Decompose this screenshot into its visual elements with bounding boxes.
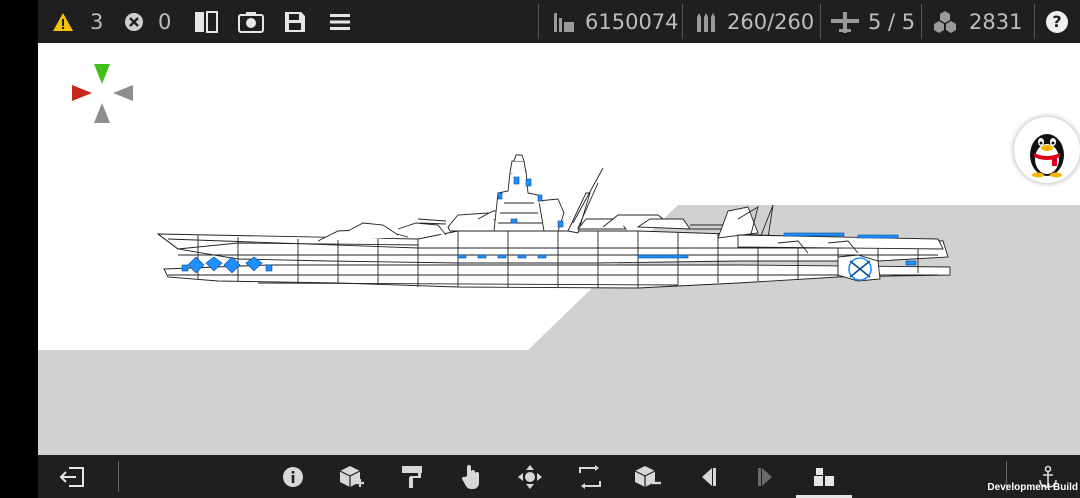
exit-icon [59,466,84,487]
parts-value: 2831 [969,9,1023,34]
split-view-button[interactable] [194,0,218,43]
error-count: 0 [158,9,172,34]
paint-button[interactable] [392,455,432,498]
separator [538,4,539,39]
redo-icon [758,467,772,486]
info-button[interactable] [273,455,313,498]
menu-icon [330,13,350,30]
parts-stat: 2831 [932,0,1022,43]
displacement-stat: 6150074 [552,0,679,43]
help-label: ? [1052,12,1062,31]
undo-button[interactable] [688,455,728,498]
save-icon [285,11,305,32]
bottom-toolbar: Development Build [38,455,1080,498]
split-view-icon [195,10,218,33]
undo-icon [702,467,716,486]
aircraft-value: 5 / 5 [868,9,916,34]
floating-chat-button[interactable] [1014,117,1080,183]
warning-icon [53,12,73,31]
aircraft-stat: 5 / 5 [830,0,915,43]
top-toolbar: 3 0 6150074 260/260 5 / 5 2831 ? [38,0,1080,43]
dev-build-label: Development Build [987,482,1078,493]
hand-button[interactable] [452,455,492,498]
separator [921,4,922,39]
move-icon [518,464,542,489]
displacement-value: 6150074 [585,9,679,34]
gizmo-right-arrow [113,85,133,101]
ammo-value: 260/260 [727,9,815,34]
separator [118,461,119,492]
error-icon [125,12,143,31]
move-button[interactable] [510,455,550,498]
gizmo-down-arrow [94,103,110,123]
remove-part-button[interactable] [628,455,668,498]
add-part-button[interactable] [332,455,372,498]
gizmo-left-arrow [72,85,92,101]
save-button[interactable] [284,0,306,43]
left-edge-bar [0,0,38,498]
orientation-gizmo [72,64,133,123]
build-button[interactable] [804,455,844,498]
ammo-stat: 260/260 [694,0,814,43]
aircraft-icon [831,11,859,33]
rotate-icon [579,464,601,489]
gizmo-up-arrow [94,64,110,84]
ammo-icon [697,12,715,32]
screenshot-icon [238,11,264,33]
separator [682,4,683,39]
hand-icon [461,464,479,489]
warning-count: 3 [90,9,104,34]
add-part-icon [339,465,364,487]
error-indicator[interactable]: 0 [124,0,171,43]
penguin-icon [1030,134,1064,178]
exit-button[interactable] [52,455,92,498]
help-icon: ? [1046,10,1068,33]
warning-indicator[interactable]: 3 [52,0,103,43]
displacement-icon [554,12,574,32]
parts-icon [934,10,956,33]
build-icon [814,467,834,486]
separator [820,4,821,39]
remove-part-icon [634,465,661,487]
scene [38,64,1080,455]
rotate-button[interactable] [570,455,610,498]
paint-icon [402,465,422,488]
menu-button[interactable] [329,0,351,43]
screenshot-button[interactable] [238,0,264,43]
ship-viewport[interactable] [38,43,1080,455]
separator [1034,4,1035,39]
help-button[interactable]: ? [1046,0,1068,43]
redo-button[interactable] [746,455,786,498]
info-icon [283,466,303,487]
